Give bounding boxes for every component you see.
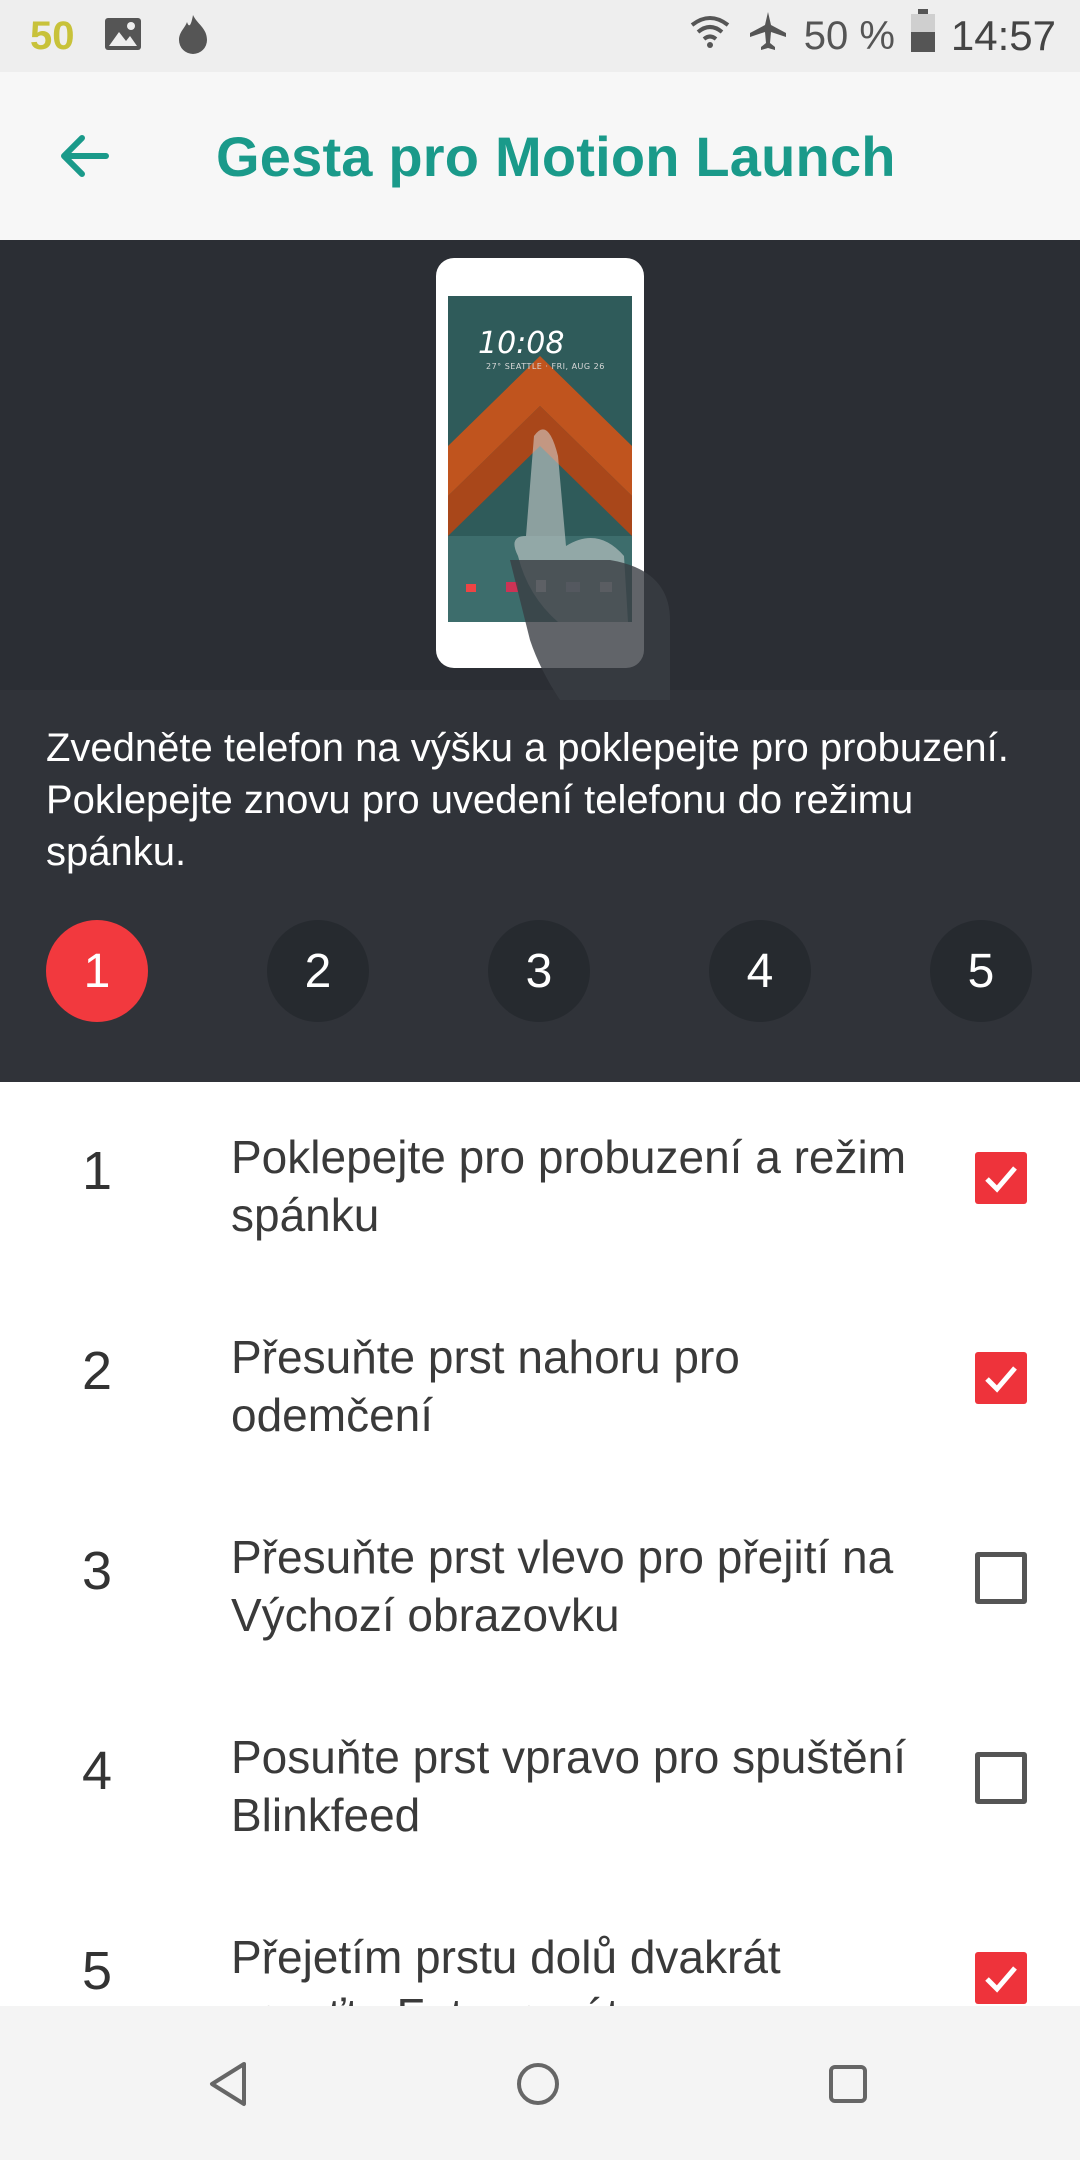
gesture-list: 1 Poklepejte pro probuzení a režim spánk… bbox=[0, 1082, 1080, 2006]
nav-home-button[interactable] bbox=[500, 2046, 576, 2122]
step-5-button[interactable]: 5 bbox=[930, 920, 1032, 1022]
back-triangle-icon bbox=[210, 2062, 246, 2106]
check-icon bbox=[985, 1166, 1017, 1193]
list-item[interactable]: 3 Přesuňte prst vlevo pro přejití na Výc… bbox=[0, 1482, 1080, 1682]
gesture-number: 2 bbox=[82, 1341, 113, 1401]
step-3-button[interactable]: 3 bbox=[488, 920, 590, 1022]
battery-percent: 50 % bbox=[803, 13, 895, 58]
list-item[interactable]: 5 Přejetím prstu dolů dvakrát spusťte Fo… bbox=[0, 1882, 1080, 2006]
gesture-checkbox[interactable] bbox=[975, 1352, 1027, 1404]
step-indicator: 1 2 3 4 5 bbox=[46, 920, 1036, 1024]
battery-icon bbox=[909, 8, 937, 64]
nav-recents-button[interactable] bbox=[810, 2046, 886, 2122]
check-icon bbox=[985, 1366, 1017, 1393]
airplane-icon bbox=[746, 9, 790, 63]
gesture-checkbox[interactable] bbox=[975, 1152, 1027, 1204]
hand-illustration bbox=[500, 560, 680, 700]
list-item[interactable]: 1 Poklepejte pro probuzení a režim spánk… bbox=[0, 1082, 1080, 1282]
gesture-label: Přesuňte prst vlevo pro přejití na Výcho… bbox=[231, 1531, 894, 1641]
page-title: Gesta pro Motion Launch bbox=[216, 125, 896, 188]
gesture-number: 1 bbox=[82, 1141, 113, 1201]
gesture-checkbox[interactable] bbox=[975, 1552, 1027, 1604]
gesture-label: Přesuňte prst nahoru pro odemčení bbox=[231, 1331, 740, 1441]
step-2-button[interactable]: 2 bbox=[267, 920, 369, 1022]
gesture-description: Zvedněte telefon na výšku a poklepejte p… bbox=[46, 726, 1009, 874]
gesture-number: 4 bbox=[82, 1741, 113, 1801]
list-item[interactable]: 2 Přesuňte prst nahoru pro odemčení bbox=[0, 1282, 1080, 1482]
step-4-button[interactable]: 4 bbox=[709, 920, 811, 1022]
gesture-checkbox[interactable] bbox=[975, 1952, 1027, 2004]
gesture-number: 3 bbox=[82, 1541, 113, 1601]
gesture-label: Přejetím prstu dolů dvakrát spusťte Foto… bbox=[231, 1931, 781, 2006]
gesture-label: Posuňte prst vpravo pro spuštění Blinkfe… bbox=[231, 1731, 907, 1841]
flame-icon bbox=[171, 12, 215, 61]
check-icon bbox=[985, 1966, 1017, 1993]
back-button[interactable] bbox=[48, 120, 120, 192]
home-circle-icon bbox=[517, 2063, 559, 2105]
recents-square-icon bbox=[829, 2065, 867, 2103]
notification-count: 50 bbox=[30, 13, 75, 58]
gesture-checkbox[interactable] bbox=[975, 1752, 1027, 1804]
image-icon bbox=[103, 14, 143, 59]
lockscreen-weather: 27° SEATTLE · FRI, AUG 26 bbox=[486, 362, 605, 371]
step-1-button[interactable]: 1 bbox=[46, 920, 148, 1022]
app-bar: Gesta pro Motion Launch bbox=[0, 72, 1080, 241]
list-item[interactable]: 4 Posuňte prst vpravo pro spuštění Blink… bbox=[0, 1682, 1080, 1882]
gesture-number: 5 bbox=[82, 1941, 113, 2001]
arrow-back-icon bbox=[61, 135, 109, 177]
gesture-demo-panel: 10:08 27° SEATTLE · FRI, AUG 26 Zvedněte… bbox=[0, 240, 1080, 1082]
navigation-bar bbox=[0, 2006, 1080, 2160]
lockscreen-clock: 10:08 bbox=[478, 326, 565, 361]
nav-back-button[interactable] bbox=[190, 2046, 266, 2122]
status-time: 14:57 bbox=[950, 12, 1056, 59]
wifi-icon bbox=[688, 9, 732, 63]
status-bar: 50 50 % 14:57 bbox=[0, 0, 1080, 72]
gesture-label: Poklepejte pro probuzení a režim spánku bbox=[231, 1131, 907, 1241]
